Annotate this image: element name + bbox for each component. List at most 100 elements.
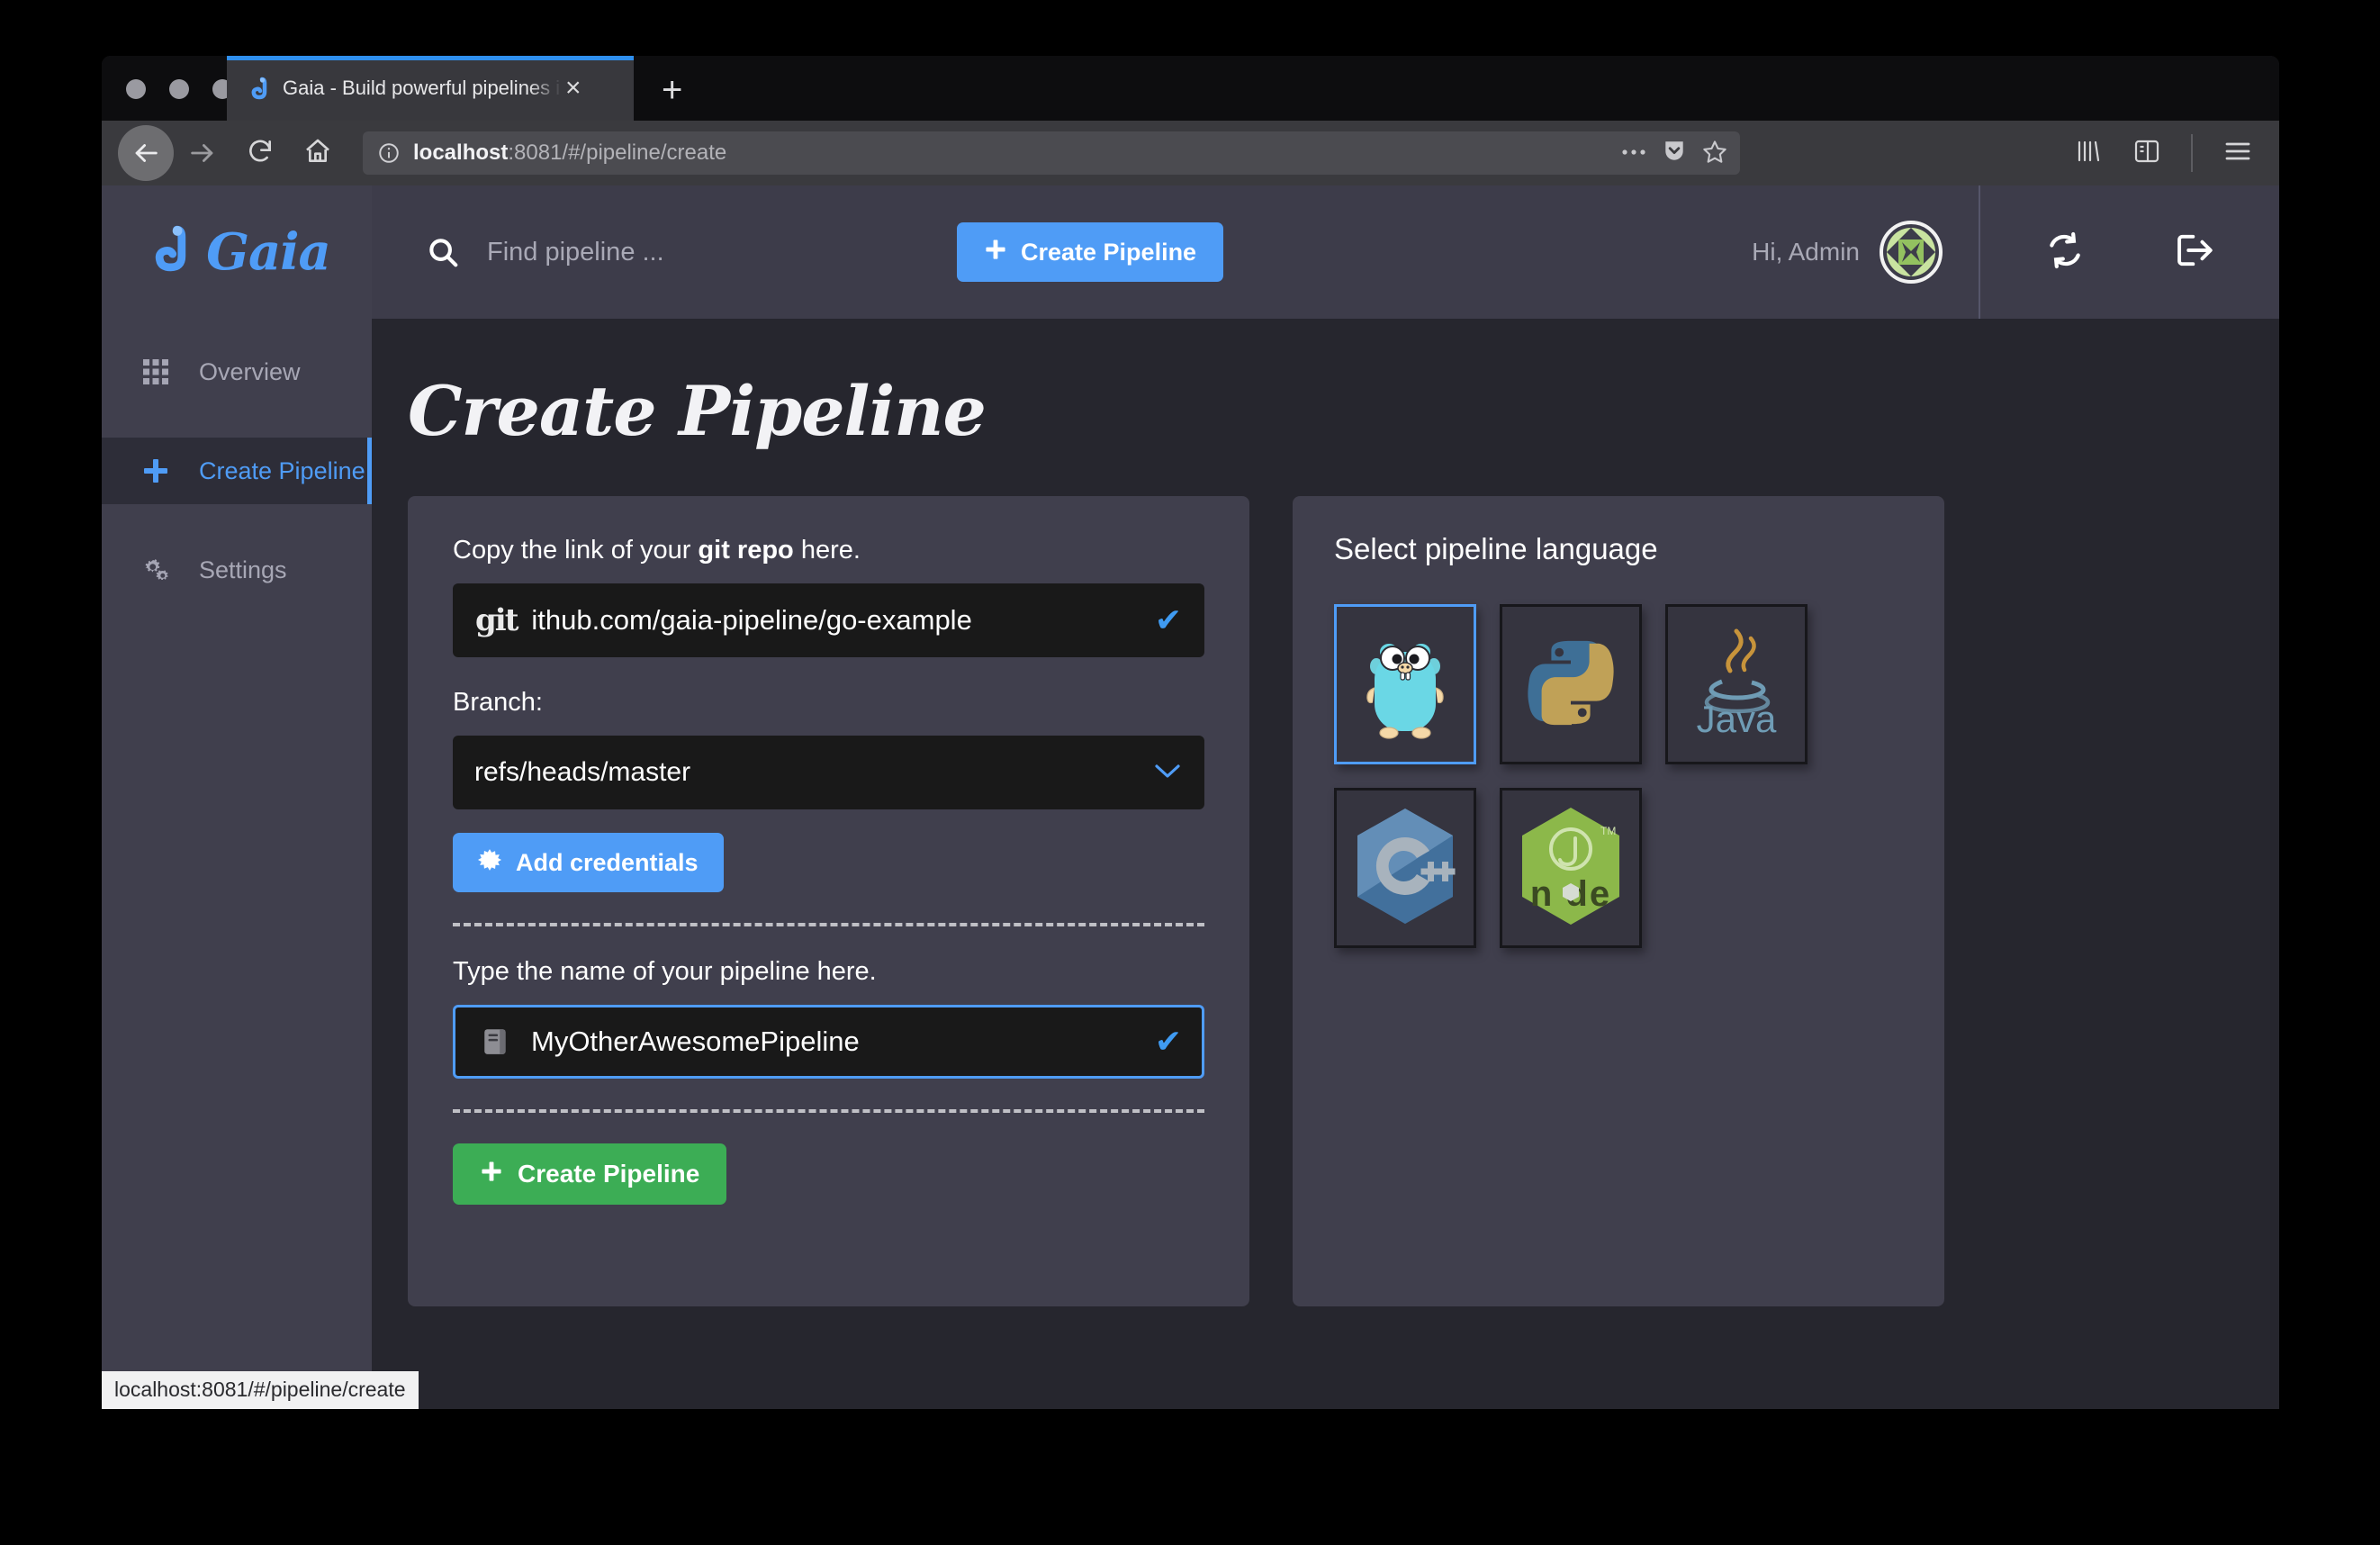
app-topbar: Create Pipeline Hi, Admin <box>372 185 2279 319</box>
minimize-window-button[interactable] <box>169 79 189 99</box>
search-box[interactable] <box>426 235 957 269</box>
sidebar-panel-icon[interactable] <box>2133 139 2160 168</box>
search-input[interactable] <box>485 236 885 268</box>
sidebar-item-label: Settings <box>199 556 287 583</box>
create-pipeline-form-card: Copy the link of your git repo here. git… <box>408 496 1249 1306</box>
page-content: Create Pipeline Copy the link of your gi… <box>372 319 2279 1409</box>
sidebar-item-label: Overview <box>199 357 301 385</box>
check-icon: ✔ <box>1154 1023 1182 1060</box>
address-bar[interactable]: localhost:8081/#/pipeline/create <box>363 131 1740 175</box>
new-tab-button[interactable]: + <box>662 72 682 108</box>
branch-select-value: refs/heads/master <box>474 757 691 787</box>
url-path: :8081/#/pipeline/create <box>508 140 727 165</box>
language-select-title: Select pipeline language <box>1334 532 1658 565</box>
branch-select[interactable]: refs/heads/master <box>453 736 1204 809</box>
greeting-text: Hi, Admin <box>1752 238 1860 266</box>
reload-button[interactable] <box>242 135 278 171</box>
forward-button[interactable] <box>185 135 221 171</box>
pipeline-name-label: Type the name of your pipeline here. <box>453 957 877 986</box>
sidebar-nav: Overview Create Pipeline Settings <box>102 339 372 603</box>
plus-icon <box>984 238 1007 267</box>
repo-label-bold: git repo <box>698 536 794 565</box>
browser-tab[interactable]: Gaia - Build powerful pipelines i × <box>227 56 634 121</box>
language-tile-java[interactable]: Java <box>1665 604 1808 764</box>
status-url-tooltip: localhost:8081/#/pipeline/create <box>102 1371 419 1409</box>
sidebar-item-overview[interactable]: Overview <box>102 339 372 405</box>
back-button[interactable] <box>118 125 174 181</box>
repo-label: Copy the link of your git repo here. <box>453 536 1204 565</box>
refresh-icon[interactable] <box>2045 230 2085 275</box>
form-divider-top <box>453 923 1204 926</box>
cards-row: Copy the link of your git repo here. git… <box>408 496 2279 1306</box>
create-pipeline-submit-button[interactable]: Create Pipeline <box>453 1143 727 1205</box>
toolbar-divider <box>2191 134 2193 172</box>
branch-label: Branch: <box>453 688 543 717</box>
create-pipeline-submit-label: Create Pipeline <box>518 1160 700 1188</box>
language-tile-nodejs[interactable]: TM n de <box>1500 788 1642 948</box>
git-logo-icon: git <box>475 602 518 638</box>
page-title: Create Pipeline <box>408 371 987 451</box>
home-button[interactable] <box>300 135 336 171</box>
close-tab-button[interactable]: × <box>565 75 581 102</box>
language-select-card: Select pipeline language Java TM n de <box>1293 496 1944 1306</box>
url-host: localhost <box>413 140 509 165</box>
window-controls[interactable] <box>126 79 232 99</box>
create-pipeline-top-button[interactable]: Create Pipeline <box>957 222 1224 282</box>
user-avatar-icon[interactable] <box>1880 221 1943 284</box>
info-circle-icon[interactable] <box>375 140 402 167</box>
svg-text:TM: TM <box>1600 825 1616 837</box>
hamburger-menu-icon[interactable] <box>2223 140 2252 167</box>
pipeline-name-input-row[interactable]: ✔ <box>453 1005 1204 1079</box>
topbar-actions <box>1980 230 2279 275</box>
chevron-down-icon <box>1152 757 1183 788</box>
form-divider-bottom <box>453 1109 1204 1113</box>
gaia-logo-text: Gaia <box>206 222 331 282</box>
add-credentials-button-label: Add credentials <box>516 848 699 876</box>
python-logo-icon <box>1522 634 1619 736</box>
browser-window: Gaia - Build powerful pipelines i × + lo… <box>102 56 2279 1409</box>
close-window-button[interactable] <box>126 79 146 99</box>
grid-icon <box>129 358 183 385</box>
git-repo-input-row[interactable]: git ✔ <box>453 583 1204 657</box>
sidebar-item-create-pipeline[interactable]: Create Pipeline <box>102 438 372 504</box>
check-icon: ✔ <box>1154 601 1182 638</box>
gaia-logo[interactable]: Gaia <box>102 185 372 319</box>
asterisk-icon <box>478 848 501 878</box>
language-tile-cpp[interactable] <box>1334 788 1476 948</box>
reload-icon <box>246 137 275 170</box>
gaia-logo-icon <box>143 222 194 283</box>
user-area: Hi, Admin <box>1752 185 2279 319</box>
svg-text:Java: Java <box>1697 698 1777 739</box>
add-credentials-button[interactable]: Add credentials <box>453 833 724 892</box>
gaia-application: Gaia Overview Create Pipeline Settings F… <box>102 185 2279 1409</box>
plus-icon <box>129 456 183 485</box>
logout-icon[interactable] <box>2175 230 2214 275</box>
java-logo-icon: Java <box>1684 626 1789 744</box>
sidebar: Gaia Overview Create Pipeline Settings <box>102 185 372 1409</box>
gears-icon <box>129 556 183 583</box>
golang-gopher-icon <box>1357 625 1454 745</box>
sidebar-item-settings[interactable]: Settings <box>102 537 372 603</box>
pipeline-name-input[interactable] <box>529 1025 1144 1059</box>
create-pipeline-top-button-label: Create Pipeline <box>1021 238 1197 266</box>
repo-label-pre: Copy the link of your <box>453 536 699 565</box>
gaia-logo-icon <box>247 77 270 100</box>
language-tile-python[interactable] <box>1500 604 1642 764</box>
browser-toolbar: localhost:8081/#/pipeline/create <box>102 121 2279 185</box>
git-repo-input[interactable] <box>529 603 1144 637</box>
back-arrow-icon <box>128 135 164 171</box>
library-icon[interactable] <box>2074 138 2103 169</box>
nodejs-logo-icon: TM n de <box>1514 804 1627 933</box>
address-bar-text[interactable]: localhost:8081/#/pipeline/create <box>413 140 1621 166</box>
plus-icon <box>480 1160 503 1189</box>
ellipsis-icon[interactable] <box>1621 145 1646 161</box>
repo-label-post: here. <box>793 536 861 565</box>
tab-title: Gaia - Build powerful pipelines i <box>283 77 561 99</box>
pocket-shield-icon[interactable] <box>1663 139 1686 168</box>
home-icon <box>303 137 332 170</box>
star-icon[interactable] <box>1702 139 1727 168</box>
language-tile-golang[interactable] <box>1334 604 1476 764</box>
address-bar-actions <box>1621 139 1727 168</box>
toolbar-right-actions <box>2074 134 2279 172</box>
notebook-icon <box>475 1026 517 1057</box>
